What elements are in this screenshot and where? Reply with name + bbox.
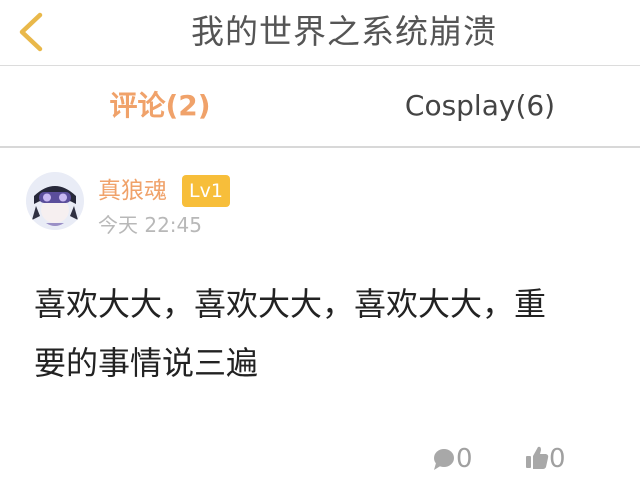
avatar-image-icon — [26, 172, 84, 230]
reply-count: 0 — [456, 444, 473, 474]
chat-bubble-icon — [432, 441, 456, 487]
avatar[interactable] — [26, 172, 84, 230]
comment-body: 喜欢大大，喜欢大大，喜欢大大，重 要的事情说三遍 — [34, 275, 614, 393]
tab-comments[interactable]: 评论(2) — [0, 86, 320, 126]
tab-bar: 评论(2) Cosplay(6) — [0, 66, 640, 148]
like-button[interactable]: 0 — [525, 441, 566, 477]
like-count: 0 — [549, 444, 566, 474]
comment-time: 今天 22:45 — [98, 213, 202, 237]
username[interactable]: 真狼魂 — [98, 175, 167, 207]
reply-button[interactable]: 0 — [432, 441, 473, 477]
comment-line: 喜欢大大，喜欢大大，喜欢大大，重 — [34, 285, 547, 323]
level-badge: Lv1 — [182, 175, 230, 207]
comment-line: 要的事情说三遍 — [34, 344, 259, 382]
page-title: 我的世界之系统崩溃 — [191, 12, 497, 51]
tab-cosplay[interactable]: Cosplay(6) — [320, 86, 640, 126]
top-bar: 我的世界之系统崩溃 — [0, 0, 640, 66]
comment-page: 我的世界之系统崩溃 评论(2) Cosplay(6) 真狼魂 Lv1 今天 22… — [0, 0, 640, 497]
thumbs-up-icon — [525, 441, 549, 487]
